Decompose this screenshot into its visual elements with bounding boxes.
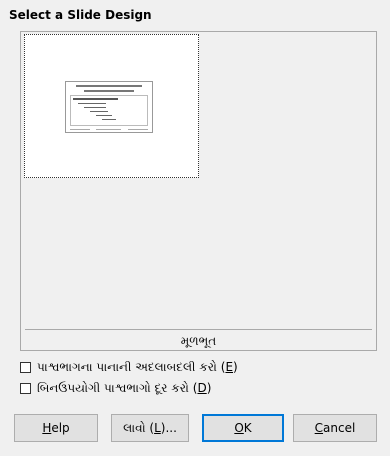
dialog-heading: Select a Slide Design — [9, 8, 152, 22]
delete-unused-backgrounds-checkbox[interactable] — [20, 383, 31, 394]
cancel-button[interactable]: Cancel — [293, 414, 377, 442]
load-button[interactable]: લાવો (L)... — [111, 414, 189, 442]
exchange-background-checkbox[interactable] — [20, 362, 31, 373]
delete-unused-backgrounds-label: બિનઉપયોગી પાશ્વભાગો દૂર કરો (D) — [37, 381, 212, 395]
caption-separator — [25, 329, 372, 330]
help-button[interactable]: Help — [14, 414, 98, 442]
design-caption: મૂળભૂત — [180, 334, 217, 348]
slide-preview — [65, 81, 153, 133]
design-thumbnail-selected[interactable] — [24, 34, 199, 178]
delete-unused-backgrounds-option[interactable]: બિનઉપયોગી પાશ્વભાગો દૂર કરો (D) — [20, 381, 211, 396]
exchange-background-label: પાશ્વભાગના પાનાની અદલાબદલી કરો (E) — [37, 360, 238, 374]
design-list[interactable]: મૂળભૂત — [20, 31, 377, 351]
ok-button[interactable]: OK — [202, 414, 284, 442]
exchange-background-option[interactable]: પાશ્વભાગના પાનાની અદલાબદલી કરો (E) — [20, 360, 238, 375]
